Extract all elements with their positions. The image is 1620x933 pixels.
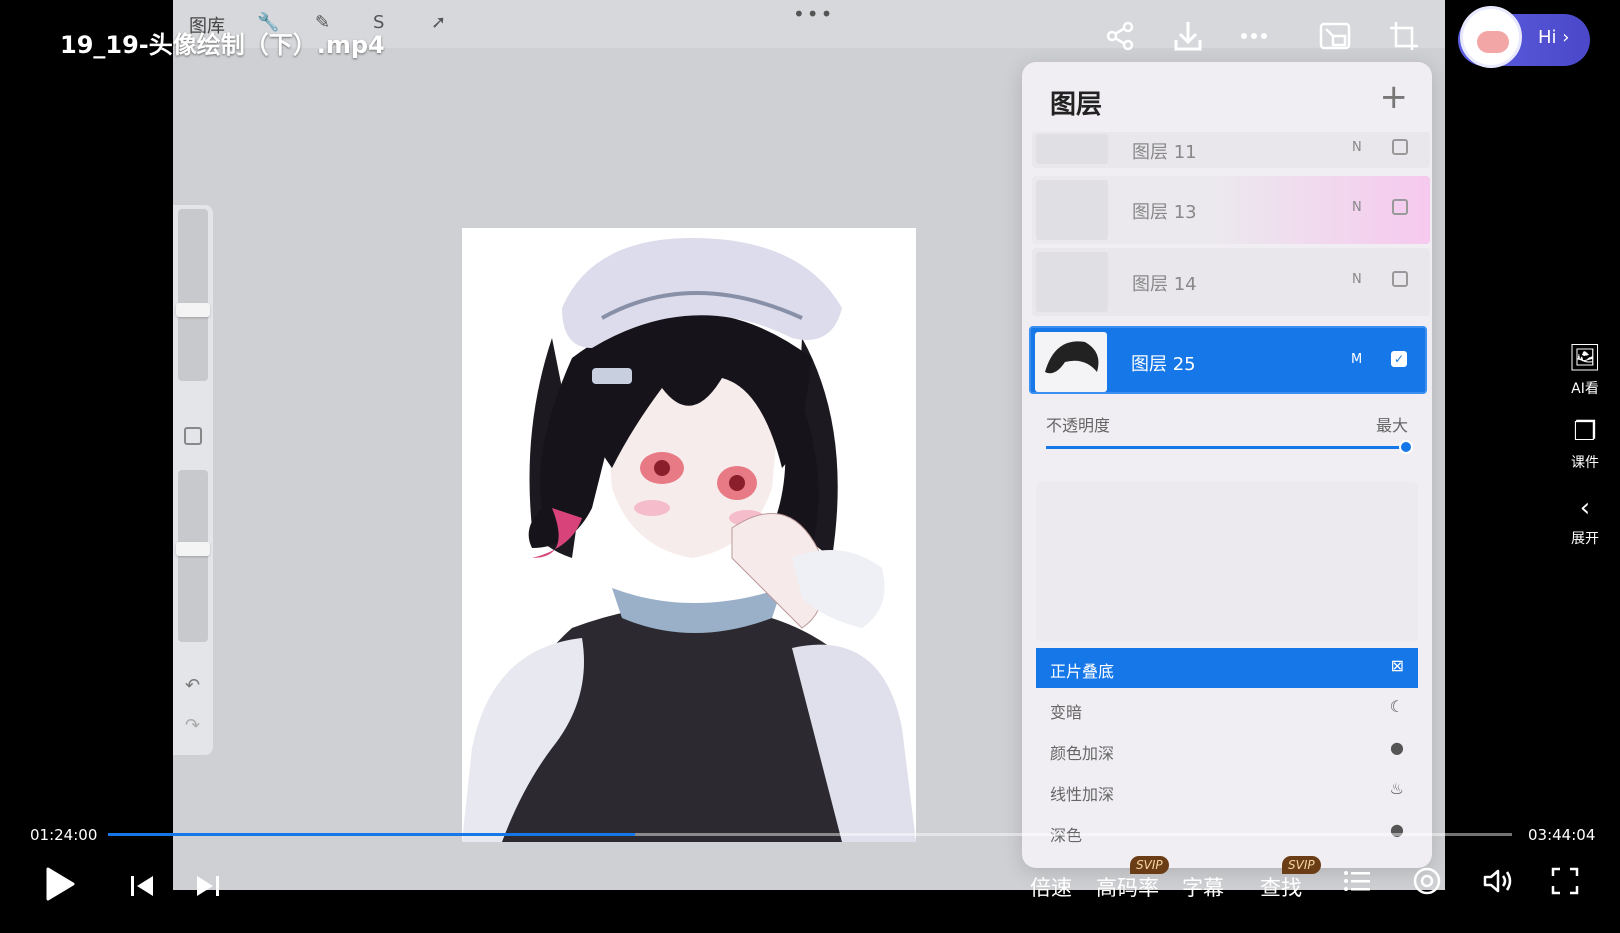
layers-panel: 图层 + 图层 11 N 图层 13 N 图层 14 N 图层 25 M ✓ 不… bbox=[1022, 62, 1432, 868]
blend-mode-option[interactable]: 深色 ● bbox=[1036, 812, 1418, 852]
layer-thumbnail bbox=[1036, 134, 1108, 164]
layer-row[interactable]: 图层 11 N bbox=[1032, 132, 1430, 168]
assistant-face-icon bbox=[1477, 31, 1509, 53]
blend-mode-option[interactable]: 线性加深 ♨ bbox=[1036, 771, 1418, 811]
search-button[interactable]: 查找 bbox=[1260, 872, 1302, 902]
assistant-avatar bbox=[1460, 6, 1522, 68]
layer-row[interactable]: 图层 13 N bbox=[1032, 176, 1430, 244]
burn-icon: ● bbox=[1390, 738, 1404, 757]
courseware-icon: ❐ bbox=[1573, 417, 1597, 447]
add-layer-button[interactable]: + bbox=[1380, 80, 1409, 114]
video-frame[interactable]: 图库 🔧 ✎ S ➚ ••• ↶ ↷ 图层 + 图层 11 N 图层 13 N … bbox=[173, 0, 1445, 890]
progress-bar[interactable] bbox=[108, 833, 1512, 836]
settings-icon[interactable] bbox=[1412, 866, 1442, 903]
brush-size-slider bbox=[178, 209, 208, 381]
blend-mode-label: 颜色加深 bbox=[1050, 744, 1115, 763]
undo-icon: ↶ bbox=[185, 675, 201, 696]
opacity-slider-track[interactable] bbox=[1046, 446, 1406, 449]
svip-badge: SVIP bbox=[1130, 856, 1169, 874]
play-button[interactable] bbox=[44, 866, 76, 902]
layer-blend-mode[interactable]: N bbox=[1352, 200, 1362, 215]
next-button[interactable] bbox=[194, 872, 222, 906]
side-tool-label: AI看 bbox=[1571, 381, 1599, 397]
layer-thumbnail bbox=[1035, 332, 1107, 392]
video-player: 图库 🔧 ✎ S ➚ ••• ↶ ↷ 图层 + 图层 11 N 图层 13 N … bbox=[0, 0, 1620, 933]
multiply-icon: ⊠ bbox=[1390, 656, 1404, 675]
ai-view-tool[interactable]: 🖼 AI看 bbox=[1560, 342, 1610, 398]
playlist-icon[interactable] bbox=[1342, 866, 1372, 903]
blend-mode-label: 正片叠底 bbox=[1050, 662, 1115, 681]
layer-thumbnail bbox=[1036, 180, 1108, 240]
more-icon[interactable] bbox=[1234, 16, 1274, 56]
layer-thumbnail bbox=[1036, 252, 1108, 312]
volume-icon[interactable] bbox=[1482, 866, 1514, 903]
hair-thumbnail-icon bbox=[1045, 341, 1099, 374]
ai-view-icon: 🖼 bbox=[1568, 343, 1602, 373]
ai-assistant-button[interactable]: Hi › bbox=[1458, 6, 1590, 68]
layer-visibility-checkbox[interactable] bbox=[1392, 199, 1408, 215]
flame-icon: ♨ bbox=[1389, 779, 1404, 798]
next-icon bbox=[197, 876, 219, 896]
layer-name: 图层 13 bbox=[1132, 202, 1197, 223]
side-tool-label: 课件 bbox=[1571, 455, 1599, 471]
expand-tool[interactable]: ‹ 展开 bbox=[1560, 492, 1610, 548]
share-icon[interactable] bbox=[1100, 16, 1140, 56]
fullscreen-icon[interactable] bbox=[1550, 866, 1580, 903]
previous-button[interactable] bbox=[128, 872, 156, 906]
handle-dots-icon: ••• bbox=[793, 2, 835, 26]
layer-name: 图层 25 bbox=[1131, 354, 1196, 375]
redo-icon: ↷ bbox=[185, 715, 201, 736]
blend-mode-label: 线性加深 bbox=[1050, 785, 1115, 804]
opacity-slider bbox=[178, 470, 208, 642]
download-icon[interactable] bbox=[1168, 16, 1208, 56]
modify-square-icon bbox=[184, 427, 202, 445]
layer-visibility-checkbox[interactable]: ✓ bbox=[1391, 351, 1407, 367]
blend-mode-option[interactable]: 变暗 ☾ bbox=[1036, 689, 1418, 729]
previous-icon bbox=[131, 876, 153, 896]
video-title: 19_19-头像绘制（下）.mp4 bbox=[60, 31, 385, 59]
layer-blend-mode[interactable]: N bbox=[1352, 272, 1362, 287]
opacity-label: 不透明度 bbox=[1046, 416, 1111, 435]
progress-fill bbox=[108, 833, 635, 836]
maid-character-illustration bbox=[462, 238, 916, 842]
blend-mode-option[interactable]: 正片叠底 ⊠ bbox=[1036, 648, 1418, 688]
procreate-sidebar: ↶ ↷ bbox=[173, 205, 213, 755]
moon-icon: ☾ bbox=[1389, 697, 1404, 716]
layer-blend-mode[interactable]: N bbox=[1352, 140, 1362, 155]
crop-icon[interactable] bbox=[1384, 16, 1424, 56]
layer-blend-mode[interactable]: M bbox=[1351, 352, 1362, 367]
canvas-artwork bbox=[462, 228, 916, 842]
circle-icon: ● bbox=[1390, 820, 1404, 839]
blend-mode-label: 变暗 bbox=[1050, 703, 1083, 722]
layer-row[interactable]: 图层 14 N bbox=[1032, 248, 1430, 316]
assistant-greeting: Hi › bbox=[1538, 27, 1570, 48]
blend-mode-preview-area bbox=[1036, 482, 1418, 642]
chevron-left-icon: ‹ bbox=[1579, 493, 1591, 523]
opacity-slider-thumb[interactable] bbox=[1399, 440, 1413, 454]
blend-mode-option[interactable]: 颜色加深 ● bbox=[1036, 730, 1418, 770]
pip-icon[interactable] bbox=[1315, 16, 1355, 56]
layer-row-active[interactable]: 图层 25 M ✓ bbox=[1029, 326, 1427, 394]
subtitles-button[interactable]: 字幕 bbox=[1182, 872, 1224, 902]
total-time: 03:44:04 bbox=[1528, 826, 1596, 844]
brush-size-thumb bbox=[176, 303, 210, 317]
layer-name: 图层 14 bbox=[1132, 274, 1197, 295]
layers-panel-title: 图层 bbox=[1050, 90, 1103, 120]
side-tool-label: 展开 bbox=[1571, 531, 1599, 547]
opacity-thumb bbox=[176, 542, 210, 556]
play-icon bbox=[46, 867, 75, 901]
layer-visibility-checkbox[interactable] bbox=[1392, 139, 1408, 155]
courseware-tool[interactable]: ❐ 课件 bbox=[1560, 416, 1610, 472]
svip-badge: SVIP bbox=[1282, 856, 1321, 874]
opacity-value: 最大 bbox=[1375, 416, 1408, 435]
layer-name: 图层 11 bbox=[1132, 142, 1197, 163]
current-time: 01:24:00 bbox=[30, 826, 98, 844]
transform-arrow-icon: ➚ bbox=[431, 12, 447, 33]
quality-button[interactable]: 高码率 bbox=[1096, 872, 1159, 902]
speed-button[interactable]: 倍速 bbox=[1030, 872, 1072, 902]
layer-visibility-checkbox[interactable] bbox=[1392, 271, 1408, 287]
